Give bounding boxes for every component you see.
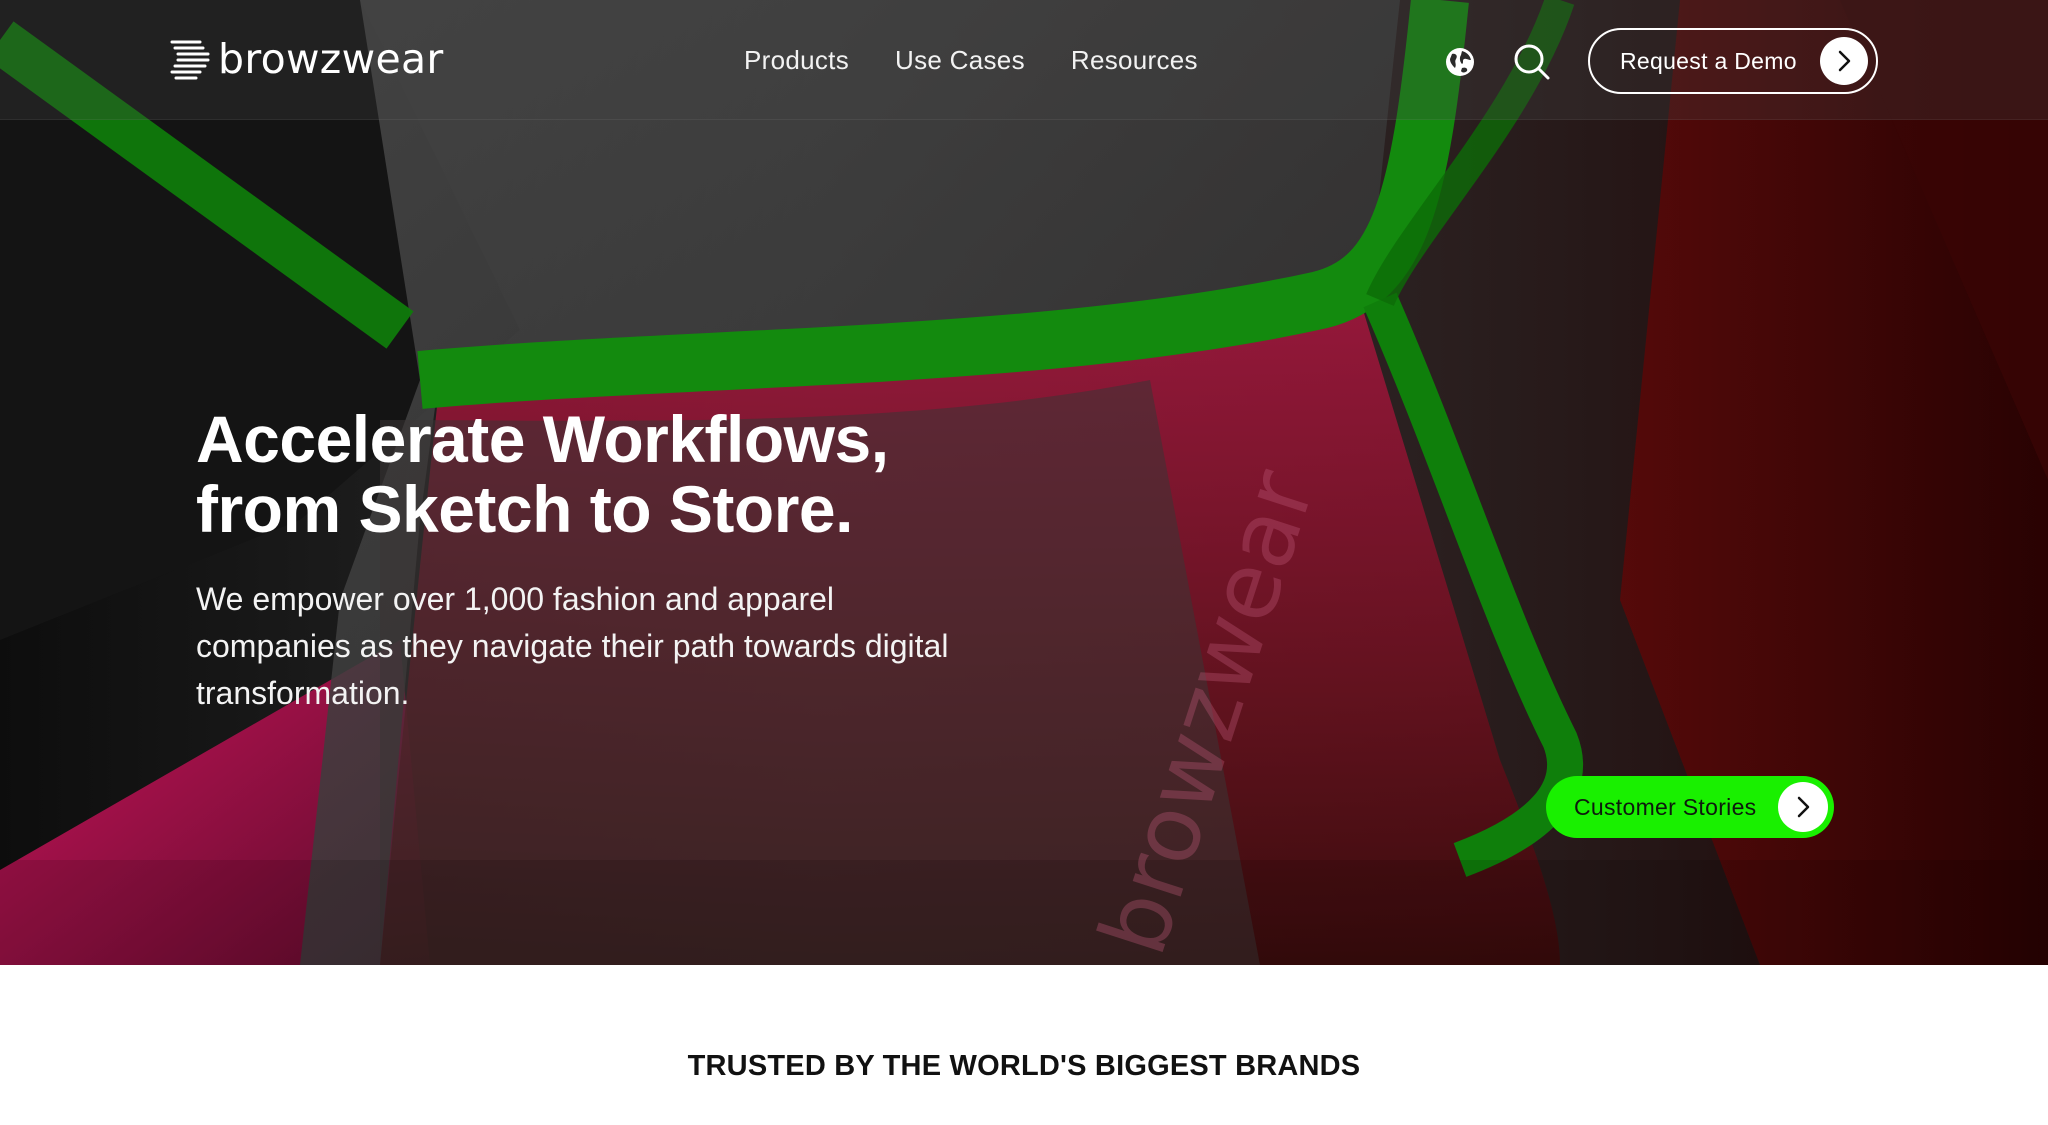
hero-headline-line2: from Sketch to Store.	[196, 472, 853, 546]
hero-description: We empower over 1,000 fashion and appare…	[196, 581, 949, 711]
nav-item-products[interactable]: Products	[744, 44, 849, 76]
site-header: browzwear Products Use Cases Resources R…	[0, 0, 2048, 120]
logo-mark-icon	[170, 40, 210, 80]
customer-stories-label: Customer Stories	[1574, 793, 1757, 820]
hero-headline: Accelerate Workflows, from Sketch to Sto…	[196, 404, 1016, 544]
nav-item-use-cases[interactable]: Use Cases	[895, 44, 1025, 76]
chevron-right-icon	[1820, 37, 1868, 85]
customer-stories-button[interactable]: Customer Stories	[1546, 776, 1834, 838]
main-nav: Products Use Cases Resources	[744, 44, 1198, 76]
brand-name: browzwear	[218, 34, 444, 83]
search-icon[interactable]	[1512, 42, 1552, 82]
hero-headline-line1: Accelerate Workflows,	[196, 402, 889, 476]
request-demo-label: Request a Demo	[1620, 47, 1797, 74]
brand-logo[interactable]: browzwear	[170, 38, 444, 80]
request-demo-button[interactable]: Request a Demo	[1588, 28, 1878, 94]
globe-icon[interactable]	[1444, 46, 1476, 78]
nav-item-resources[interactable]: Resources	[1071, 44, 1198, 76]
chevron-right-icon	[1778, 782, 1828, 832]
trusted-brands-heading: TRUSTED BY THE WORLD'S BIGGEST BRANDS	[687, 1050, 1361, 1082]
hero-section: browzwear browzwear Products Use Cases R…	[0, 0, 2048, 965]
